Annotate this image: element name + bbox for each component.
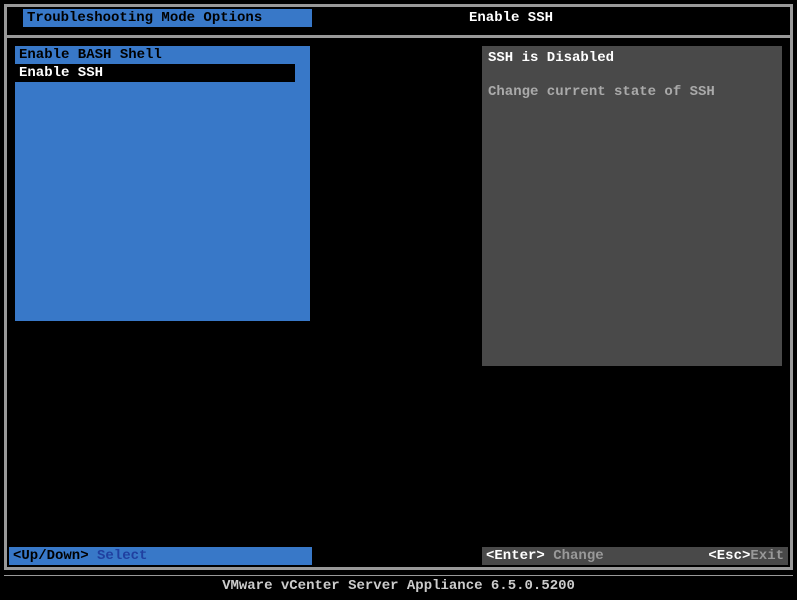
esc-label: Exit <box>750 548 784 564</box>
menu-item-enable-bash[interactable]: Enable BASH Shell <box>15 46 310 64</box>
updown-label: Select <box>89 548 148 564</box>
description-text: Change current state of SSH <box>488 84 776 100</box>
console-frame: Troubleshooting Mode Options Enable SSH … <box>4 4 793 570</box>
footer-nav-hint: <Up/Down> Select <box>9 547 312 565</box>
footer-spacer <box>312 547 482 565</box>
selected-item-title: Enable SSH <box>312 9 710 27</box>
menu-item-enable-ssh[interactable]: Enable SSH <box>15 64 295 82</box>
product-version: VMware vCenter Server Appliance 6.5.0.52… <box>0 576 797 596</box>
content-area: Enable BASH Shell Enable SSH SSH is Disa… <box>7 38 790 518</box>
enter-key: <Enter> <box>486 548 545 564</box>
status-text: SSH is Disabled <box>488 50 776 66</box>
updown-key: <Up/Down> <box>13 548 89 564</box>
esc-key: <Esc> <box>708 548 750 564</box>
description-panel: SSH is Disabled Change current state of … <box>482 46 782 366</box>
content-spacer <box>318 46 474 510</box>
footer-action-hints: <Enter> Change <Esc>Exit <box>482 547 788 565</box>
footer-bar: <Up/Down> Select <Enter> Change <Esc>Exi… <box>7 547 790 565</box>
title-spacer <box>710 9 790 27</box>
title-bar: Troubleshooting Mode Options Enable SSH <box>7 9 790 27</box>
enter-label: Change <box>545 548 604 564</box>
screen-title: Troubleshooting Mode Options <box>15 9 312 27</box>
menu-panel[interactable]: Enable BASH Shell Enable SSH <box>15 46 310 321</box>
